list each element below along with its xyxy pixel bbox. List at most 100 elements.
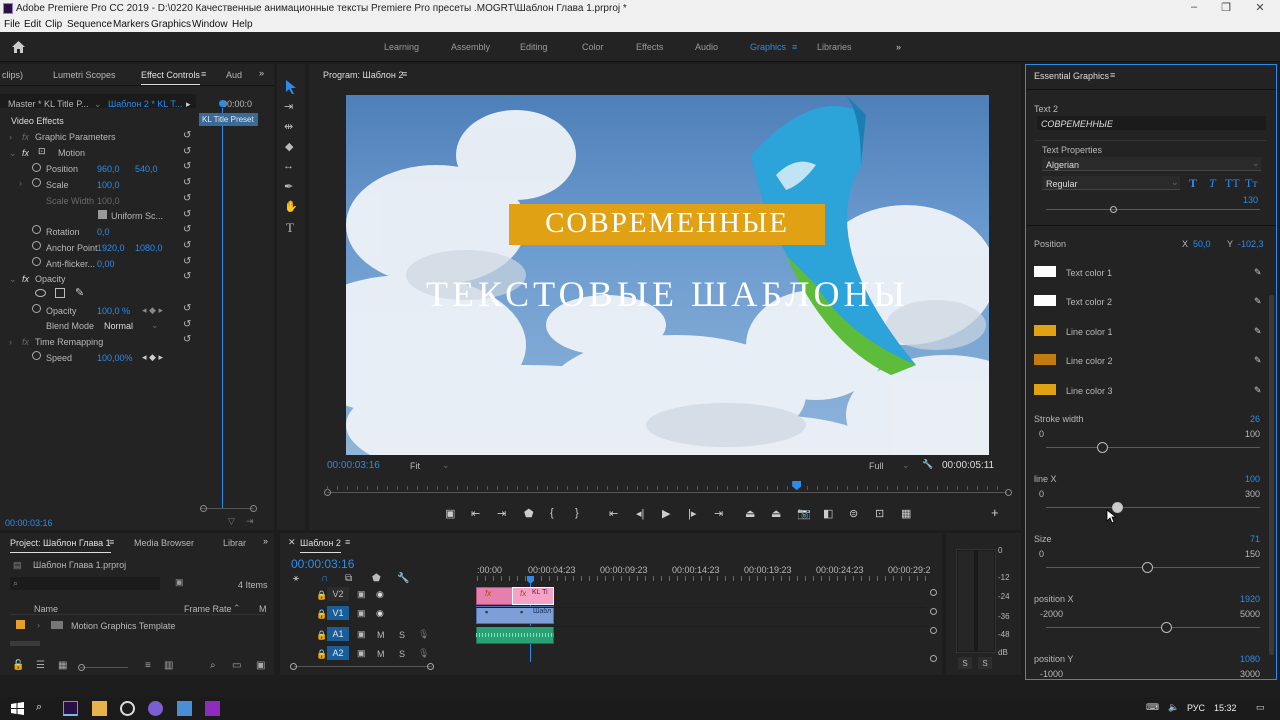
- ec-playhead[interactable]: [219, 100, 226, 107]
- reset-icon[interactable]: ↺: [183, 332, 193, 348]
- reset-icon[interactable]: ↺: [183, 222, 193, 238]
- home-icon[interactable]: [12, 41, 25, 53]
- sort-icons-icon[interactable]: ≡: [145, 660, 151, 671]
- lock-icon[interactable]: 🔒: [316, 590, 327, 601]
- lock-icon[interactable]: 🔓: [12, 660, 24, 671]
- stopwatch-icon[interactable]: [32, 178, 41, 187]
- solo-icon[interactable]: S: [399, 649, 405, 659]
- color-swatch[interactable]: [1034, 383, 1056, 395]
- parameter-slider-handle[interactable]: [1160, 622, 1172, 633]
- tab-libraries[interactable]: Librar: [223, 538, 246, 548]
- project-search-input[interactable]: [10, 577, 160, 590]
- menu-file[interactable]: File: [4, 19, 20, 30]
- track-select-tool-icon[interactable]: ⇥: [284, 100, 293, 113]
- ec-clip-bar[interactable]: KL Title Preset: [199, 113, 258, 126]
- fx-icon[interactable]: fx: [22, 337, 29, 347]
- timeline-zoom-handle[interactable]: [427, 663, 434, 670]
- step-forward-icon[interactable]: |▸: [688, 507, 696, 520]
- automate-to-sequence-icon[interactable]: ▥: [164, 660, 173, 671]
- program-monitor-title[interactable]: Program: Шаблон 2: [323, 70, 403, 80]
- workspace-audio[interactable]: Audio: [695, 42, 718, 52]
- in-bracket-icon[interactable]: {: [550, 507, 554, 519]
- program-scrub-bar[interactable]: [327, 492, 1007, 493]
- minimize-button[interactable]: –: [1184, 1, 1204, 13]
- tab-clips[interactable]: clips): [2, 70, 23, 80]
- program-zoom-handle[interactable]: [1005, 489, 1012, 496]
- export-frame-icon[interactable]: 📷: [797, 507, 811, 520]
- ripple-edit-tool-icon[interactable]: ⇹: [284, 120, 293, 133]
- add-marker-icon[interactable]: ⬟: [372, 573, 381, 584]
- reset-icon[interactable]: ↺: [183, 144, 193, 160]
- ec-zoom-handle[interactable]: [250, 505, 257, 512]
- video-frame[interactable]: СОВРЕМЕННЫЕ ТЕКСТОВЫЕ ШАБЛОНЫ: [346, 95, 989, 455]
- reset-icon[interactable]: ↺: [183, 191, 193, 207]
- keyboard-icon[interactable]: ⌨: [1146, 702, 1159, 713]
- viber-icon[interactable]: [148, 701, 163, 716]
- stopwatch-icon[interactable]: [32, 163, 41, 172]
- file-explorer-icon[interactable]: [92, 701, 107, 716]
- slider-value[interactable]: 1080: [1240, 654, 1260, 664]
- chevron-down-icon[interactable]: ⌄: [151, 320, 159, 331]
- reset-icon[interactable]: ↺: [183, 238, 193, 254]
- parameter-slider-handle[interactable]: [1096, 442, 1108, 453]
- speed-value[interactable]: 100,00%: [97, 353, 133, 363]
- sequence-clip-label[interactable]: Шаблон 2 * KL T...: [108, 99, 182, 109]
- eyedropper-icon[interactable]: ✎: [1254, 296, 1262, 307]
- comparison-view-icon[interactable]: ◧: [823, 507, 833, 520]
- track-a1-toggle[interactable]: A1: [327, 627, 349, 641]
- lock-icon[interactable]: 🔒: [316, 630, 327, 641]
- chevron-down-icon[interactable]: ⌄: [902, 460, 910, 471]
- collapse-arrow-icon[interactable]: ⌄: [9, 148, 17, 159]
- onenote-icon[interactable]: [205, 701, 220, 716]
- fx-icon[interactable]: fx: [22, 132, 29, 142]
- reset-icon[interactable]: ↺: [183, 317, 193, 333]
- volume-icon[interactable]: 🔈: [1168, 702, 1179, 713]
- workspace-graphics[interactable]: Graphics: [750, 42, 786, 52]
- multi-camera-icon[interactable]: ▦: [901, 507, 911, 520]
- tab-effect-controls[interactable]: Effect Controls: [141, 70, 200, 85]
- stopwatch-icon[interactable]: [32, 257, 41, 266]
- add-marker-icon[interactable]: ⬟: [524, 507, 534, 520]
- close-icon[interactable]: ✕: [288, 537, 296, 548]
- eye-icon[interactable]: ◉: [376, 589, 384, 600]
- eye-icon[interactable]: ◉: [376, 608, 384, 619]
- lock-icon[interactable]: 🔒: [316, 609, 327, 620]
- essential-graphics-title[interactable]: Essential Graphics: [1034, 71, 1109, 81]
- tab-sequence[interactable]: Шаблон 2: [300, 538, 341, 553]
- razor-tool-icon[interactable]: ◆: [285, 140, 293, 153]
- reset-icon[interactable]: ↺: [183, 175, 193, 191]
- slider-value[interactable]: 1920: [1240, 594, 1260, 604]
- linked-selection-icon[interactable]: ⧉: [345, 573, 352, 584]
- browser-icon[interactable]: [120, 701, 135, 716]
- windows-start-icon[interactable]: [11, 702, 24, 715]
- uniform-scale-checkbox[interactable]: [98, 210, 107, 219]
- slider-value[interactable]: 71: [1250, 534, 1260, 544]
- panel-scrollbar[interactable]: [1269, 295, 1274, 655]
- selection-tool-icon[interactable]: [285, 80, 297, 94]
- filter-icon[interactable]: ▽: [228, 516, 235, 527]
- menu-sequence[interactable]: Sequence: [67, 19, 112, 30]
- chevron-down-icon[interactable]: ⌄: [94, 99, 102, 110]
- anchor-y-value[interactable]: 1080,0: [135, 243, 163, 253]
- more-tabs-icon[interactable]: »: [263, 536, 268, 546]
- lock-icon[interactable]: 🔒: [316, 649, 327, 660]
- toggle-safe-margins-icon[interactable]: ▣: [445, 507, 455, 520]
- microphone-icon[interactable]: 🎙: [418, 648, 429, 659]
- keyframe-nav-icon[interactable]: ◂ ◆ ▸: [142, 305, 163, 316]
- bold-icon[interactable]: T: [1189, 176, 1197, 191]
- panel-menu-icon[interactable]: ≡: [345, 537, 350, 547]
- workspace-menu-icon[interactable]: ≡: [792, 42, 797, 52]
- font-size-slider[interactable]: [1046, 209, 1260, 210]
- column-name-header[interactable]: Name: [34, 604, 58, 614]
- reset-icon[interactable]: ↺: [183, 128, 193, 144]
- close-button[interactable]: ✕: [1250, 1, 1270, 14]
- extract-icon[interactable]: ⏏: [771, 507, 781, 520]
- go-to-in-icon[interactable]: ⇤: [609, 507, 618, 520]
- color-swatch[interactable]: [1034, 354, 1056, 366]
- font-size-value[interactable]: 130: [1243, 195, 1258, 205]
- workspace-assembly[interactable]: Assembly: [451, 42, 490, 52]
- new-bin-from-search-icon[interactable]: ▣: [175, 577, 184, 588]
- anchor-x-value[interactable]: 1920,0: [97, 243, 125, 253]
- color-swatch[interactable]: [1034, 295, 1056, 307]
- menu-graphics[interactable]: Graphics: [151, 19, 191, 30]
